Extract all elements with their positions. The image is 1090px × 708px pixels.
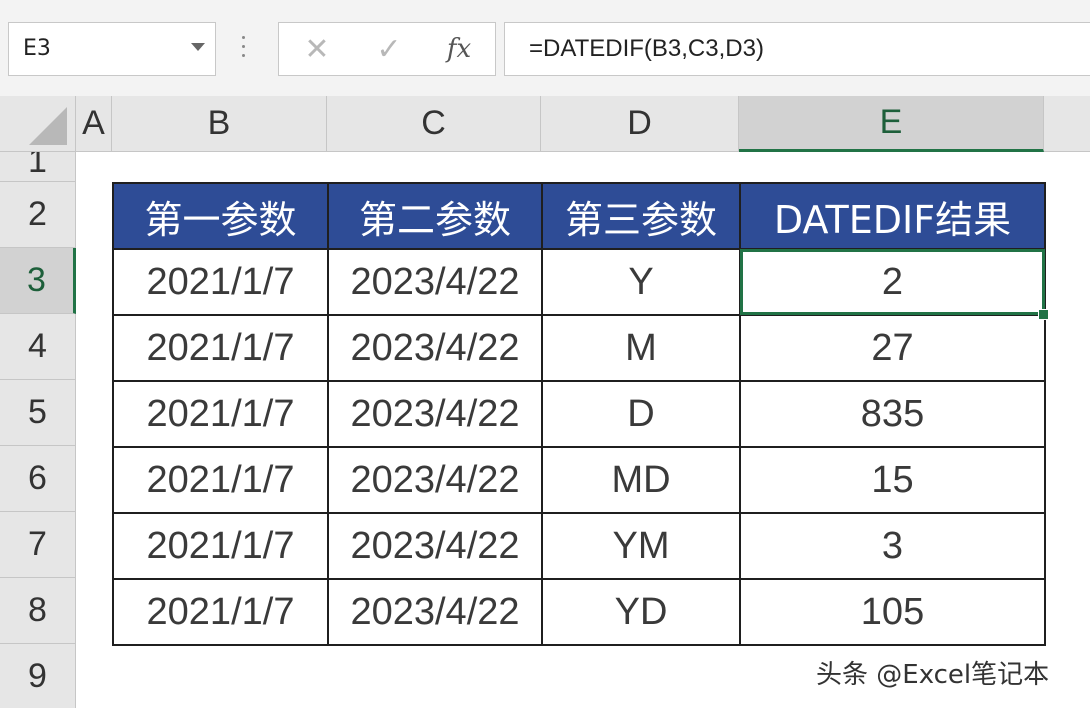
table-cell[interactable]: 3 [739,512,1046,580]
row-header-7[interactable]: 7 [0,512,76,578]
formula-bar-area: E3 ✕ ✓ fx =DATEDIF(B3,C3,D3) [0,0,1090,96]
table-row: 2021/1/7 2023/4/22 Y 2 [112,248,1046,316]
header-cell[interactable]: 第二参数 [327,182,543,250]
column-header-d[interactable]: D [541,96,739,152]
data-table: 第一参数 第二参数 第三参数 DATEDIF结果 2021/1/7 2023/4… [112,182,1046,646]
table-cell[interactable]: 2023/4/22 [327,248,543,316]
table-cell[interactable]: 2023/4/22 [327,512,543,580]
table-cell[interactable]: 2021/1/7 [112,578,329,646]
name-box[interactable]: E3 [8,22,216,76]
formula-buttons: ✕ ✓ fx [278,22,496,76]
header-cell[interactable]: DATEDIF结果 [739,182,1046,250]
header-cell[interactable]: 第三参数 [541,182,741,250]
table-cell[interactable]: 2023/4/22 [327,446,543,514]
table-cell[interactable]: 15 [739,446,1046,514]
active-cell[interactable]: 2 [739,248,1046,316]
table-row: 2021/1/7 2023/4/22 M 27 [112,314,1046,382]
row-header-1[interactable]: 1 [0,152,76,182]
table-cell[interactable]: 2021/1/7 [112,380,329,448]
watermark: 头条 @Excel笔记本 [816,660,1050,690]
fill-handle[interactable] [1038,309,1049,320]
select-all-icon [29,107,67,145]
table-cell[interactable]: 105 [739,578,1046,646]
table-cell[interactable]: MD [541,446,741,514]
column-header-b[interactable]: B [112,96,327,152]
row-header-8[interactable]: 8 [0,578,76,644]
insert-function-icon[interactable]: fx [439,29,479,69]
row-header-6[interactable]: 6 [0,446,76,512]
table-cell[interactable]: 2021/1/7 [112,248,329,316]
table-cell[interactable]: Y [541,248,741,316]
column-header-a[interactable]: A [76,96,112,152]
row-header-2[interactable]: 2 [0,182,76,248]
row-header-3[interactable]: 3 [0,248,76,314]
name-box-value: E3 [23,36,51,61]
table-cell[interactable]: 27 [739,314,1046,382]
header-cell[interactable]: 第一参数 [112,182,329,250]
table-row: 2021/1/7 2023/4/22 YM 3 [112,512,1046,580]
table-cell[interactable]: YM [541,512,741,580]
table-row: 2021/1/7 2023/4/22 D 835 [112,380,1046,448]
table-cell[interactable]: 2021/1/7 [112,446,329,514]
table-cell[interactable]: 2023/4/22 [327,314,543,382]
table-cell[interactable]: 2021/1/7 [112,314,329,382]
table-row: 2021/1/7 2023/4/22 MD 15 [112,446,1046,514]
formula-input[interactable]: =DATEDIF(B3,C3,D3) [504,22,1090,76]
table-cell[interactable]: YD [541,578,741,646]
chevron-down-icon[interactable] [191,43,205,51]
table-cell[interactable]: 2021/1/7 [112,512,329,580]
column-header-next[interactable] [1044,96,1090,152]
check-icon[interactable]: ✓ [369,29,409,69]
table-row: 2021/1/7 2023/4/22 YD 105 [112,578,1046,646]
table-cell[interactable]: D [541,380,741,448]
table-cell[interactable]: 835 [739,380,1046,448]
drag-handle-icon[interactable] [242,36,246,62]
row-header-4[interactable]: 4 [0,314,76,380]
table-header-row: 第一参数 第二参数 第三参数 DATEDIF结果 [112,182,1046,250]
select-all-corner[interactable] [0,96,76,152]
close-icon[interactable]: ✕ [297,29,337,69]
table-cell[interactable]: M [541,314,741,382]
table-cell[interactable]: 2023/4/22 [327,380,543,448]
formula-text: =DATEDIF(B3,C3,D3) [529,35,764,62]
column-header-c[interactable]: C [327,96,541,152]
column-header-e[interactable]: E [739,96,1044,152]
table-cell[interactable]: 2023/4/22 [327,578,543,646]
row-header-9[interactable]: 9 [0,644,76,708]
row-header-5[interactable]: 5 [0,380,76,446]
